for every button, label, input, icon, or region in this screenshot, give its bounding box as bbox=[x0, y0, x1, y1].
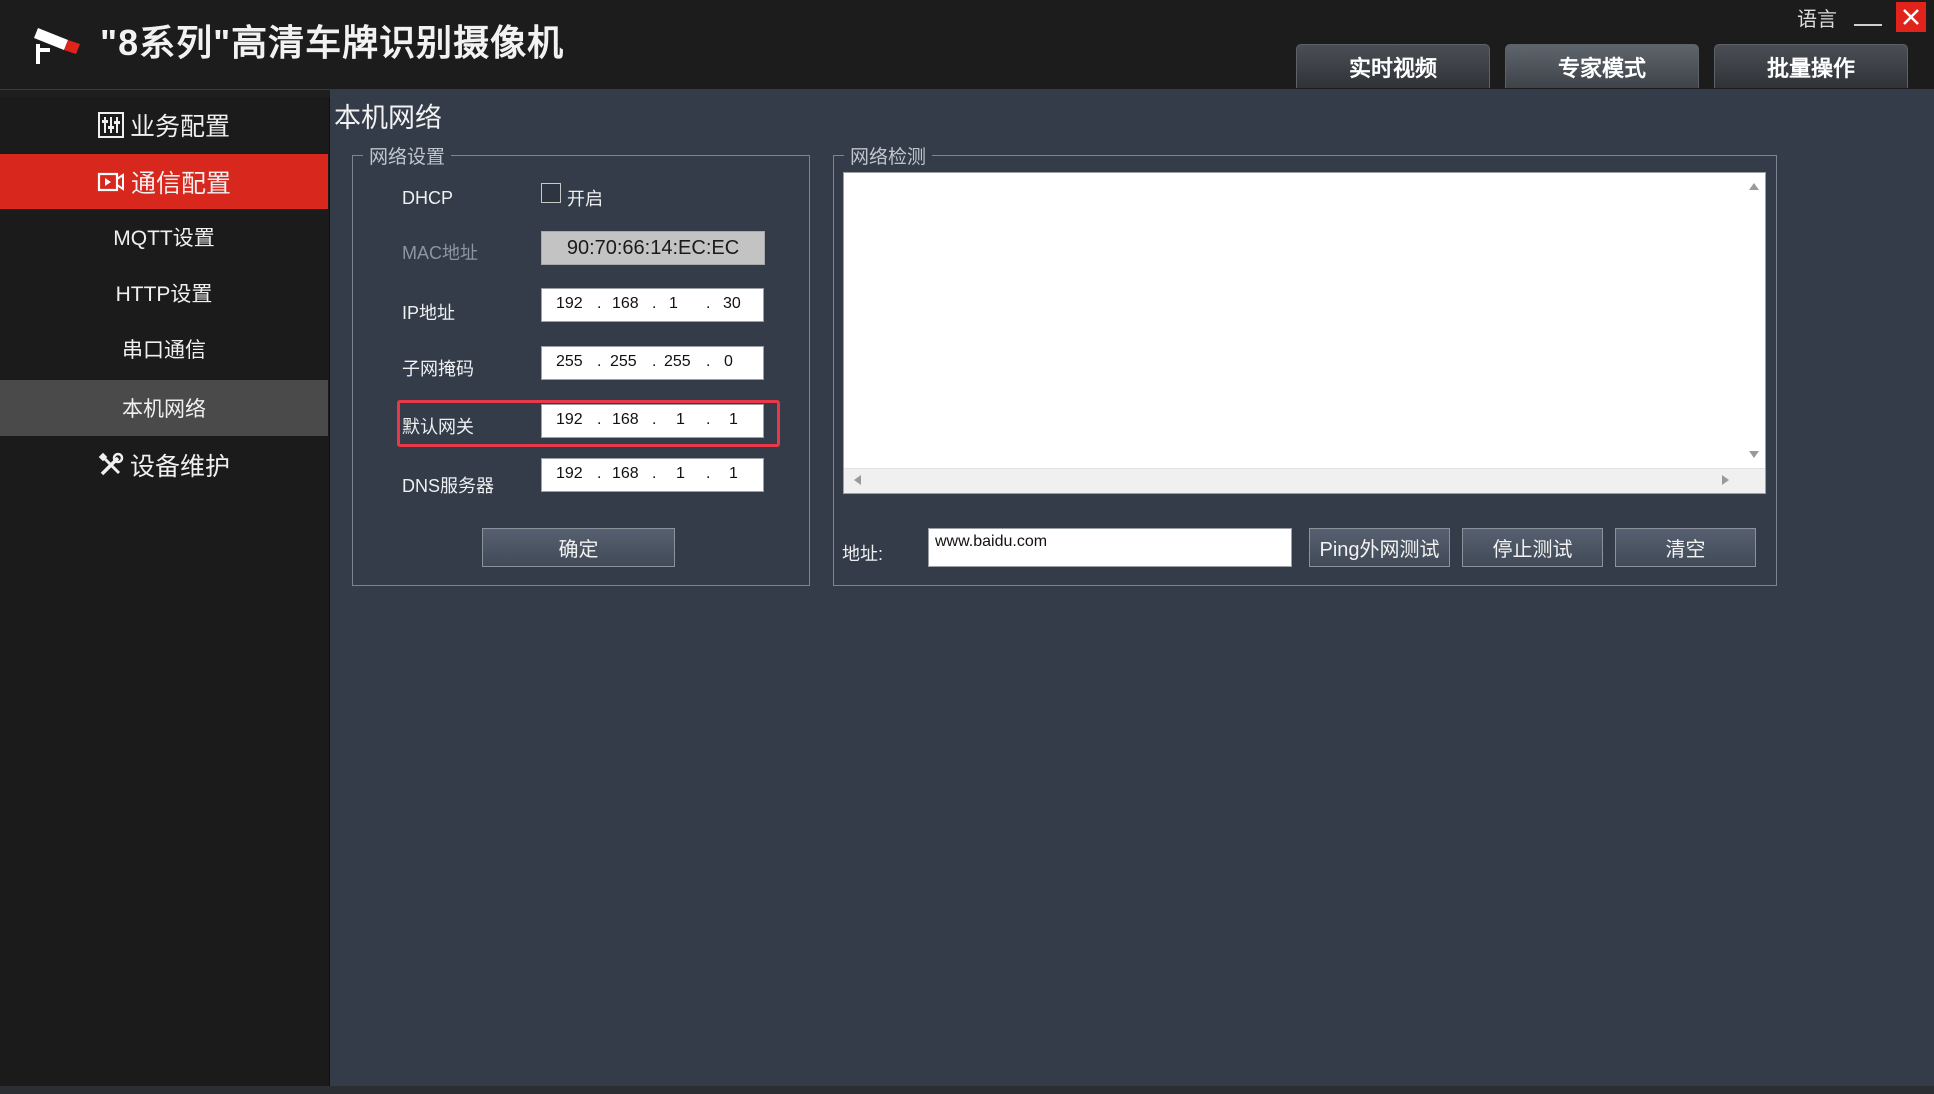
dhcp-checkbox[interactable] bbox=[541, 183, 561, 203]
app-title: "8系列"高清车牌识别摄像机 bbox=[100, 22, 565, 63]
ip-octet: 1 bbox=[669, 295, 678, 312]
subnet-label: 子网掩码 bbox=[402, 359, 474, 379]
sidebar-item-serial[interactable]: 串口通信 bbox=[0, 321, 328, 377]
mac-address-field: 90:70:66:14:EC:EC bbox=[541, 231, 765, 265]
sidebar-item-local-network[interactable]: 本机网络 bbox=[0, 380, 328, 436]
ip-dot: . bbox=[597, 411, 602, 428]
scroll-right-icon[interactable] bbox=[1722, 475, 1729, 485]
dhcp-enable-label[interactable]: 开启 bbox=[567, 185, 603, 211]
ip-dot: . bbox=[652, 465, 657, 482]
sidebar-group-communication-config[interactable]: 通信配置 bbox=[0, 154, 328, 209]
scroll-left-icon[interactable] bbox=[854, 475, 861, 485]
camera-icon bbox=[97, 170, 125, 194]
ip-octet: 192 bbox=[556, 465, 583, 482]
title-bar: "8系列"高清车牌识别摄像机 语言 实时视频 专家模式 批量操作 bbox=[0, 0, 1934, 90]
dns-server-field[interactable]: 192 . 168 . 1 . 1 bbox=[541, 458, 764, 492]
ip-octet: 255 bbox=[556, 353, 583, 370]
ip-octet: 255 bbox=[610, 353, 637, 370]
ip-octet: 255 bbox=[664, 353, 691, 370]
camera-logo-icon bbox=[30, 18, 84, 68]
scroll-down-icon[interactable] bbox=[1749, 451, 1759, 458]
gateway-label: 默认网关 bbox=[402, 417, 474, 437]
tab-expert-mode[interactable]: 专家模式 bbox=[1505, 44, 1699, 88]
sidebar-item-mqtt[interactable]: MQTT设置 bbox=[0, 209, 328, 265]
sidebar-group-device-maintenance[interactable]: 设备维护 bbox=[0, 437, 328, 492]
ip-label: IP地址 bbox=[402, 303, 456, 323]
minimize-button[interactable] bbox=[1852, 4, 1884, 34]
clear-button[interactable]: 清空 bbox=[1615, 528, 1756, 567]
ip-dot: . bbox=[706, 295, 711, 312]
ip-octet: 1 bbox=[729, 465, 738, 482]
ip-octet: 1 bbox=[676, 465, 685, 482]
ip-dot: . bbox=[652, 353, 657, 370]
ip-dot: . bbox=[652, 411, 657, 428]
ping-test-button[interactable]: Ping外网测试 bbox=[1309, 528, 1450, 567]
ip-dot: . bbox=[597, 295, 602, 312]
address-input[interactable]: www.baidu.com bbox=[928, 528, 1292, 567]
ping-result-output[interactable] bbox=[843, 172, 1766, 494]
sidebar-group-label: 业务配置 bbox=[129, 112, 230, 141]
minimize-icon bbox=[1854, 24, 1882, 26]
sliders-icon bbox=[97, 111, 124, 138]
dhcp-label: DHCP bbox=[402, 188, 454, 208]
scroll-up-icon[interactable] bbox=[1749, 183, 1759, 190]
address-label: 地址: bbox=[842, 544, 884, 564]
tools-icon bbox=[98, 452, 124, 478]
network-test-legend: 网络检测 bbox=[850, 147, 927, 168]
horizontal-scrollbar[interactable] bbox=[844, 468, 1765, 493]
ip-dot: . bbox=[706, 353, 711, 370]
network-settings-legend: 网络设置 bbox=[369, 147, 446, 168]
tab-batch-operation[interactable]: 批量操作 bbox=[1714, 44, 1908, 88]
mac-label: MAC地址 bbox=[402, 243, 478, 263]
ip-address-field[interactable]: 192 . 168 . 1 . 30 bbox=[541, 288, 764, 322]
ip-dot: . bbox=[706, 411, 711, 428]
close-icon bbox=[1903, 9, 1919, 25]
sidebar-group-label: 设备维护 bbox=[129, 452, 230, 481]
ip-octet: 1 bbox=[676, 411, 685, 428]
ip-octet: 168 bbox=[612, 465, 639, 482]
ip-dot: . bbox=[706, 465, 711, 482]
tab-realtime-video[interactable]: 实时视频 bbox=[1296, 44, 1490, 88]
ip-octet: 0 bbox=[724, 353, 733, 370]
stop-test-button[interactable]: 停止测试 bbox=[1462, 528, 1603, 567]
ip-octet: 192 bbox=[556, 295, 583, 312]
ip-dot: . bbox=[652, 295, 657, 312]
ip-octet: 168 bbox=[612, 295, 639, 312]
confirm-button[interactable]: 确定 bbox=[482, 528, 675, 567]
sidebar-item-http[interactable]: HTTP设置 bbox=[0, 265, 328, 321]
ip-octet: 30 bbox=[723, 295, 741, 312]
ip-octet: 168 bbox=[612, 411, 639, 428]
ip-octet: 192 bbox=[556, 411, 583, 428]
default-gateway-field[interactable]: 192 . 168 . 1 . 1 bbox=[541, 404, 764, 438]
ip-dot: . bbox=[597, 353, 602, 370]
sidebar-group-business-config[interactable]: 业务配置 bbox=[0, 97, 328, 152]
ip-dot: . bbox=[597, 465, 602, 482]
dns-label: DNS服务器 bbox=[402, 476, 495, 496]
vertical-scrollbar[interactable] bbox=[1743, 173, 1765, 471]
language-button[interactable]: 语言 bbox=[1797, 3, 1837, 32]
sidebar: 业务配置 通信配置 MQTT设置 HTTP设置 串口通信 本机网络 设备维护 bbox=[0, 97, 330, 1086]
close-button[interactable] bbox=[1896, 2, 1926, 32]
sidebar-group-label: 通信配置 bbox=[130, 169, 231, 198]
window-bottom-border bbox=[0, 1086, 1934, 1094]
subnet-mask-field[interactable]: 255 . 255 . 255 . 0 bbox=[541, 346, 764, 380]
page-title: 本机网络 bbox=[334, 103, 442, 133]
ip-octet: 1 bbox=[729, 411, 738, 428]
